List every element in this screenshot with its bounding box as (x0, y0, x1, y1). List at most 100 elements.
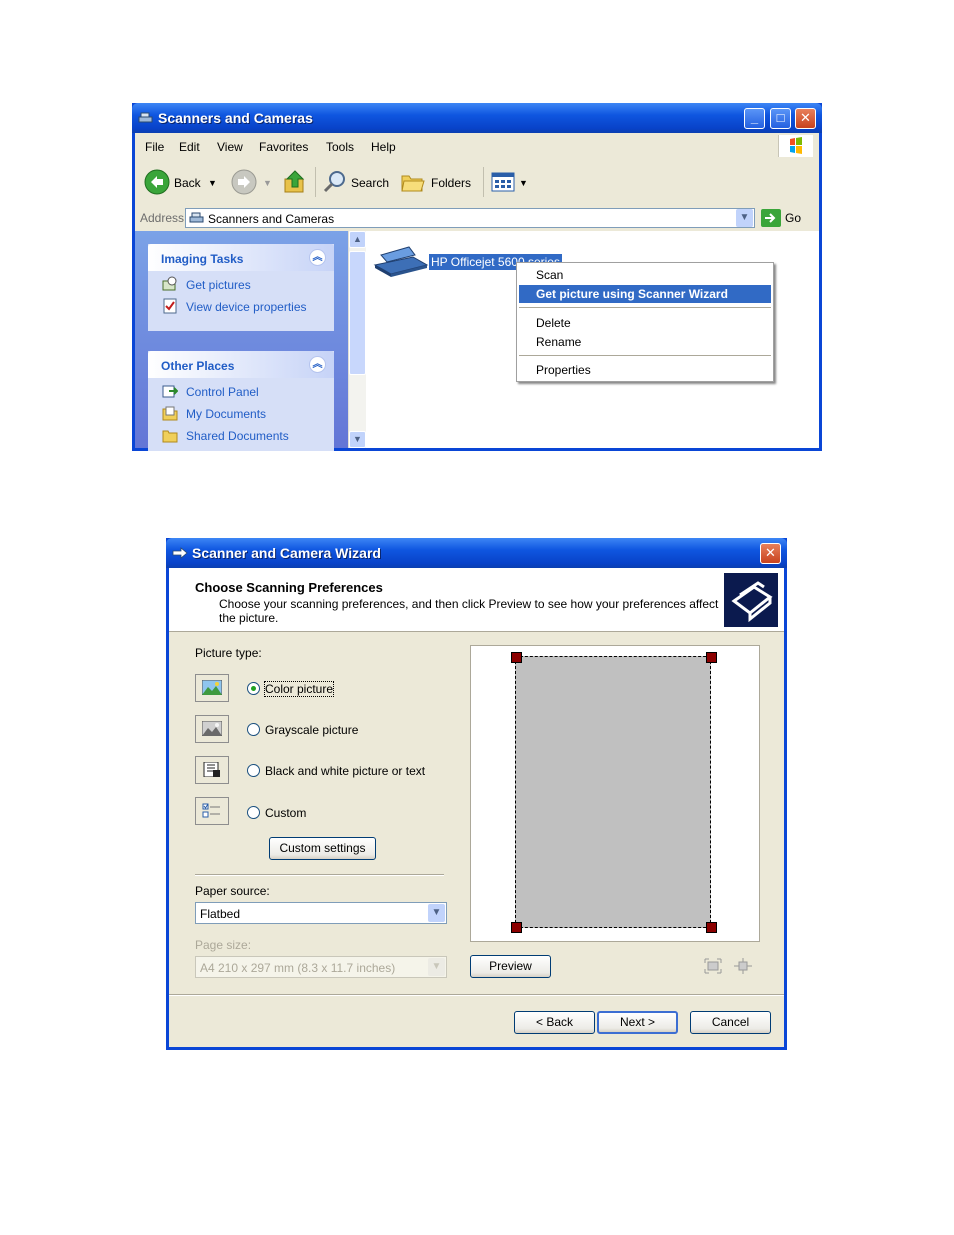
radio-selected-dot (251, 686, 256, 691)
title-bar[interactable]: Scanners and Cameras _ □ ✕ (132, 103, 822, 133)
folders-icon[interactable] (400, 171, 426, 193)
wizard-title-bar[interactable]: Scanner and Camera Wizard ✕ (166, 538, 787, 568)
scroll-up-icon[interactable]: ▲ (349, 231, 366, 248)
menu-edit[interactable]: Edit (179, 140, 200, 154)
window-title: Scanners and Cameras (158, 110, 313, 126)
custom-radio[interactable] (247, 806, 260, 819)
context-item-properties[interactable]: Properties (536, 363, 591, 377)
color-picture-radio[interactable] (247, 682, 260, 695)
get-pictures-link[interactable]: Get pictures (186, 278, 251, 292)
wizard-close-button[interactable]: ✕ (760, 543, 781, 564)
task-pane: Imaging Tasks ︽ Get pictures View device… (135, 231, 348, 451)
context-separator (519, 307, 771, 308)
preview-pane[interactable] (470, 645, 760, 942)
zoom-icon[interactable] (734, 958, 752, 974)
menu-bar: File Edit View Favorites Tools Help (135, 133, 819, 160)
maximize-icon: □ (776, 110, 785, 125)
collapse-chevron-icon[interactable]: ︽ (309, 356, 326, 373)
search-button[interactable]: Search (351, 176, 389, 190)
menu-help[interactable]: Help (371, 140, 396, 154)
context-item-rename[interactable]: Rename (536, 335, 581, 349)
address-bar: Address Scanners and Cameras ▼ Go (135, 205, 819, 231)
black-white-option[interactable]: Black and white picture or text (265, 764, 425, 778)
forward-arrow-icon[interactable] (231, 169, 257, 195)
grayscale-picture-radio[interactable] (247, 723, 260, 736)
back-button[interactable]: < Back (514, 1011, 595, 1034)
fit-selection-icon[interactable] (704, 958, 722, 974)
views-icon[interactable] (491, 171, 517, 193)
wizard-header-title: Choose Scanning Preferences (195, 580, 383, 595)
views-dropdown-icon[interactable]: ▼ (519, 178, 528, 188)
go-button[interactable]: Go (785, 211, 801, 225)
imaging-tasks-title: Imaging Tasks (161, 252, 244, 266)
paper-source-value: Flatbed (200, 907, 241, 921)
resize-handle[interactable] (706, 652, 717, 663)
other-places-panel: Other Places ︽ Control Panel My Document… (148, 351, 334, 451)
next-button[interactable]: Next > (597, 1011, 678, 1034)
context-item-delete[interactable]: Delete (536, 316, 571, 330)
folders-button[interactable]: Folders (431, 176, 471, 190)
cancel-button[interactable]: Cancel (690, 1011, 771, 1034)
address-field[interactable]: Scanners and Cameras ▼ (185, 208, 755, 228)
context-menu: Scan Get picture using Scanner Wizard De… (516, 262, 774, 382)
menu-tools[interactable]: Tools (326, 140, 354, 154)
chevron-down-icon: ▼ (428, 958, 445, 976)
task-pane-scrollbar[interactable]: ▲ ▼ (348, 231, 366, 448)
wizard-content: Choose Scanning Preferences Choose your … (169, 568, 784, 1047)
resize-handle[interactable] (511, 922, 522, 933)
scroll-down-icon[interactable]: ▼ (349, 431, 366, 448)
imaging-tasks-panel: Imaging Tasks ︽ Get pictures View device… (148, 244, 334, 331)
toolbar-separator (315, 167, 316, 197)
paper-source-select[interactable]: Flatbed ▼ (195, 902, 447, 924)
collapse-chevron-icon[interactable]: ︽ (309, 249, 326, 266)
address-value: Scanners and Cameras (208, 212, 335, 226)
back-arrow-icon[interactable] (144, 169, 170, 195)
minimize-button[interactable]: _ (744, 108, 765, 129)
toolbar-separator (483, 167, 484, 197)
scanner-device-icon[interactable] (373, 243, 429, 277)
menu-favorites[interactable]: Favorites (259, 140, 308, 154)
search-icon[interactable] (322, 169, 348, 195)
scroll-thumb[interactable] (349, 251, 366, 375)
go-arrow-icon[interactable] (761, 209, 781, 227)
my-documents-icon (162, 406, 178, 421)
forward-dropdown-icon[interactable]: ▼ (263, 178, 272, 188)
back-dropdown-icon[interactable]: ▼ (208, 178, 217, 188)
imaging-tasks-header[interactable]: Imaging Tasks ︽ (148, 244, 334, 271)
wizard-logo-icon (724, 573, 778, 627)
view-device-properties-link[interactable]: View device properties (186, 300, 307, 314)
control-panel-link[interactable]: Control Panel (186, 385, 259, 399)
windows-logo-icon (778, 135, 813, 157)
control-panel-icon (162, 385, 178, 398)
preview-button[interactable]: Preview (470, 955, 551, 978)
grayscale-picture-icon (195, 715, 229, 743)
grayscale-picture-option[interactable]: Grayscale picture (265, 723, 358, 737)
shared-documents-link[interactable]: Shared Documents (186, 429, 289, 443)
footer-separator (169, 994, 784, 996)
resize-handle[interactable] (511, 652, 522, 663)
page-size-value: A4 210 x 297 mm (8.3 x 11.7 inches) (200, 961, 396, 975)
up-folder-icon[interactable] (283, 169, 307, 195)
chevron-down-icon[interactable]: ▼ (428, 904, 445, 922)
menu-file[interactable]: File (145, 140, 164, 154)
get-pictures-icon (162, 276, 177, 291)
close-icon: ✕ (765, 545, 776, 560)
color-picture-option[interactable]: Color picture (263, 681, 335, 697)
context-item-scan[interactable]: Scan (536, 268, 563, 282)
context-item-selected[interactable]: Get picture using Scanner Wizard (519, 285, 771, 303)
other-places-header[interactable]: Other Places ︽ (148, 351, 334, 378)
paper-source-label: Paper source: (195, 884, 270, 898)
resize-handle[interactable] (706, 922, 717, 933)
address-label: Address (140, 211, 185, 225)
my-documents-link[interactable]: My Documents (186, 407, 266, 421)
black-white-radio[interactable] (247, 764, 260, 777)
custom-settings-button[interactable]: Custom settings (269, 837, 376, 860)
scan-region[interactable] (515, 656, 711, 928)
address-dropdown-icon[interactable]: ▼ (736, 209, 753, 227)
maximize-button[interactable]: □ (770, 108, 791, 129)
back-button[interactable]: Back (174, 176, 201, 190)
menu-view[interactable]: View (217, 140, 243, 154)
close-button[interactable]: ✕ (795, 108, 816, 129)
custom-option[interactable]: Custom (265, 806, 306, 820)
scanner-camera-icon (189, 212, 204, 223)
